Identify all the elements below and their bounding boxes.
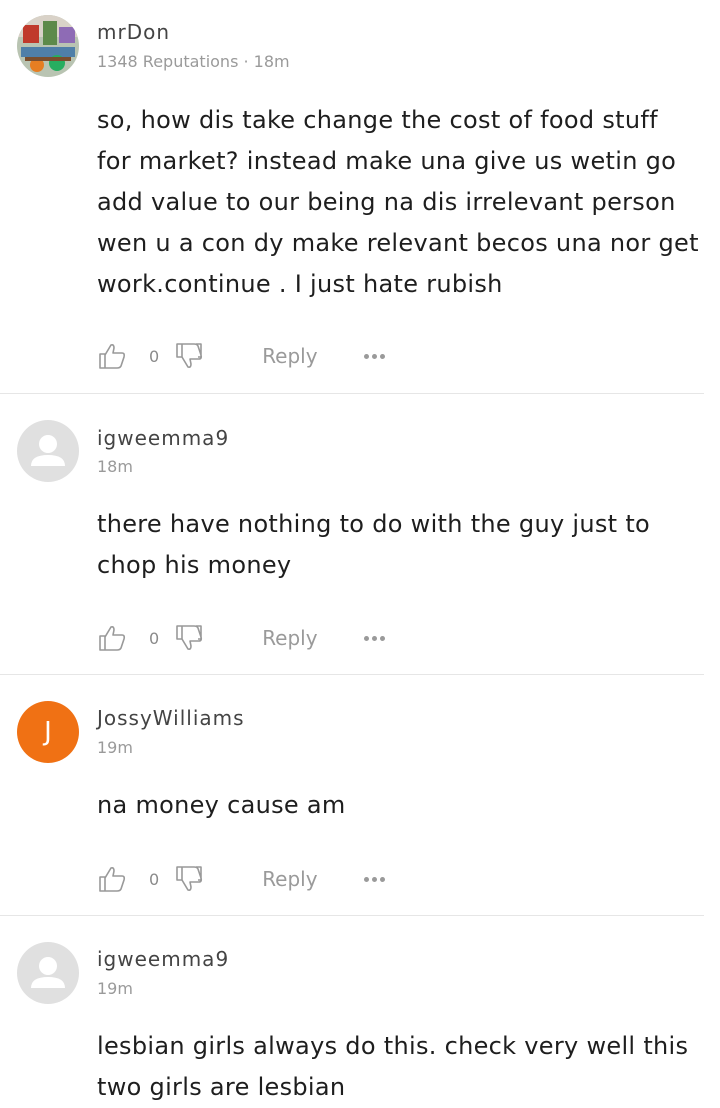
- thumbs-down-icon[interactable]: [174, 341, 204, 371]
- comment-text-line: two girls are lesbian: [97, 1073, 346, 1101]
- comment-actions: 0 Reply: [97, 864, 385, 894]
- more-options-icon[interactable]: [363, 353, 385, 359]
- thumbs-down-icon[interactable]: [174, 623, 204, 653]
- comment-text-line: wen u a con dy make relevant becos una n…: [97, 229, 699, 257]
- like-count: 0: [149, 869, 160, 889]
- comment-actions: 0 Reply: [97, 341, 385, 371]
- comment-text-line: there have nothing to do with the guy ju…: [97, 510, 651, 538]
- thumbs-down-icon[interactable]: [174, 864, 204, 894]
- comment-item: igweemma9 19m lesbian girls always do th…: [0, 916, 704, 1101]
- more-options-icon[interactable]: [363, 876, 385, 882]
- comment-meta: 19m: [97, 979, 133, 998]
- thumbs-up-icon[interactable]: [97, 341, 127, 371]
- comment-text-line: lesbian girls always do this. check very…: [97, 1032, 689, 1060]
- comment-text-line: work.continue . I just hate rubish: [97, 270, 503, 298]
- reply-button[interactable]: Reply: [262, 626, 317, 650]
- username[interactable]: mrDon: [97, 20, 170, 44]
- comment-meta: 18m: [97, 457, 133, 476]
- comment-body: so, how dis take change the cost of food…: [97, 100, 704, 305]
- comment-actions: 0 Reply: [97, 623, 385, 653]
- comment-list: mrDon 1348 Reputations · 18m so, how dis…: [0, 0, 720, 1101]
- username[interactable]: igweemma9: [97, 947, 229, 971]
- comment-body: there have nothing to do with the guy ju…: [97, 504, 704, 586]
- thumbs-up-icon[interactable]: [97, 864, 127, 894]
- avatar[interactable]: [17, 942, 79, 1004]
- avatar[interactable]: [17, 15, 79, 77]
- comment-body: lesbian girls always do this. check very…: [97, 1026, 704, 1108]
- comment-item: mrDon 1348 Reputations · 18m so, how dis…: [0, 0, 704, 394]
- comment-meta: 19m: [97, 738, 133, 757]
- username[interactable]: JossyWilliams: [97, 706, 245, 730]
- thumbs-up-icon[interactable]: [97, 623, 127, 653]
- username[interactable]: igweemma9: [97, 426, 229, 450]
- reply-button[interactable]: Reply: [262, 344, 317, 368]
- comment-body: na money cause am: [97, 785, 704, 826]
- user-placeholder-icon: [31, 957, 65, 988]
- profile-photo-icon: [17, 15, 79, 77]
- avatar[interactable]: J: [17, 701, 79, 763]
- comment-text-line: chop his money: [97, 551, 292, 579]
- comment-item: igweemma9 18m there have nothing to do w…: [0, 394, 704, 675]
- avatar[interactable]: [17, 420, 79, 482]
- comment-text-line: na money cause am: [97, 791, 346, 819]
- like-count: 0: [149, 346, 160, 366]
- user-placeholder-icon: [31, 435, 65, 466]
- comment-text-line: so, how dis take change the cost of food…: [97, 106, 658, 134]
- comment-text-line: for market? instead make una give us wet…: [97, 147, 677, 175]
- comment-item: J JossyWilliams 19m na money cause am 0 …: [0, 675, 704, 916]
- reply-button[interactable]: Reply: [262, 867, 317, 891]
- like-count: 0: [149, 628, 160, 648]
- more-options-icon[interactable]: [363, 635, 385, 641]
- comment-meta: 1348 Reputations · 18m: [97, 52, 290, 71]
- comment-text-line: add value to our being na dis irrelevant…: [97, 188, 676, 216]
- avatar-letter: J: [44, 717, 52, 747]
